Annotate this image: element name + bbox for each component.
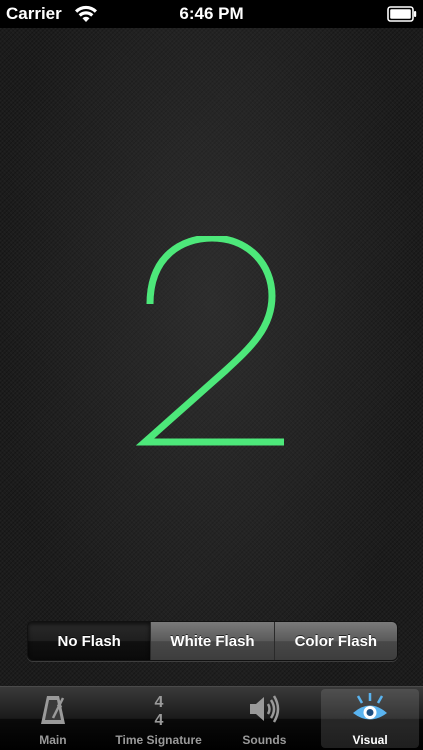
battery-icon (387, 6, 417, 22)
tab-time-signature-label: Time Signature (115, 733, 202, 747)
white-flash-segment[interactable]: White Flash (150, 622, 274, 660)
tab-time-signature[interactable]: 4 4 Time Signature (106, 687, 212, 750)
tab-main[interactable]: Main (0, 687, 106, 750)
eye-icon (353, 693, 388, 720)
status-time: 6:46 PM (179, 4, 244, 23)
time-signature-top: 4 (154, 694, 163, 711)
no-flash-segment[interactable]: No Flash (28, 622, 151, 660)
flash-mode-segmented-control: No Flash White Flash Color Flash (27, 621, 398, 661)
tab-sounds[interactable]: Sounds (212, 687, 318, 750)
beat-digit-glyph (135, 236, 284, 446)
speaker-icon (250, 695, 280, 723)
tab-sounds-label: Sounds (242, 733, 287, 747)
time-signature-bottom: 4 (154, 712, 163, 726)
visual-screen: Carrier 6:46 PM 2 No Flash White Flash C… (0, 0, 423, 750)
tab-visual[interactable]: Visual (317, 687, 423, 750)
color-flash-segment[interactable]: Color Flash (273, 622, 397, 660)
beat-number-display: 2 (135, 236, 284, 446)
tab-visual-label: Visual (352, 733, 388, 747)
metronome-icon (40, 696, 65, 724)
time-signature-icon: 4 4 (154, 694, 163, 726)
tab-main-label: Main (39, 733, 67, 747)
tab-bar: Main 4 4 Time Signature Sounds Visual (0, 686, 423, 750)
status-bar: Carrier 6:46 PM (0, 0, 423, 28)
